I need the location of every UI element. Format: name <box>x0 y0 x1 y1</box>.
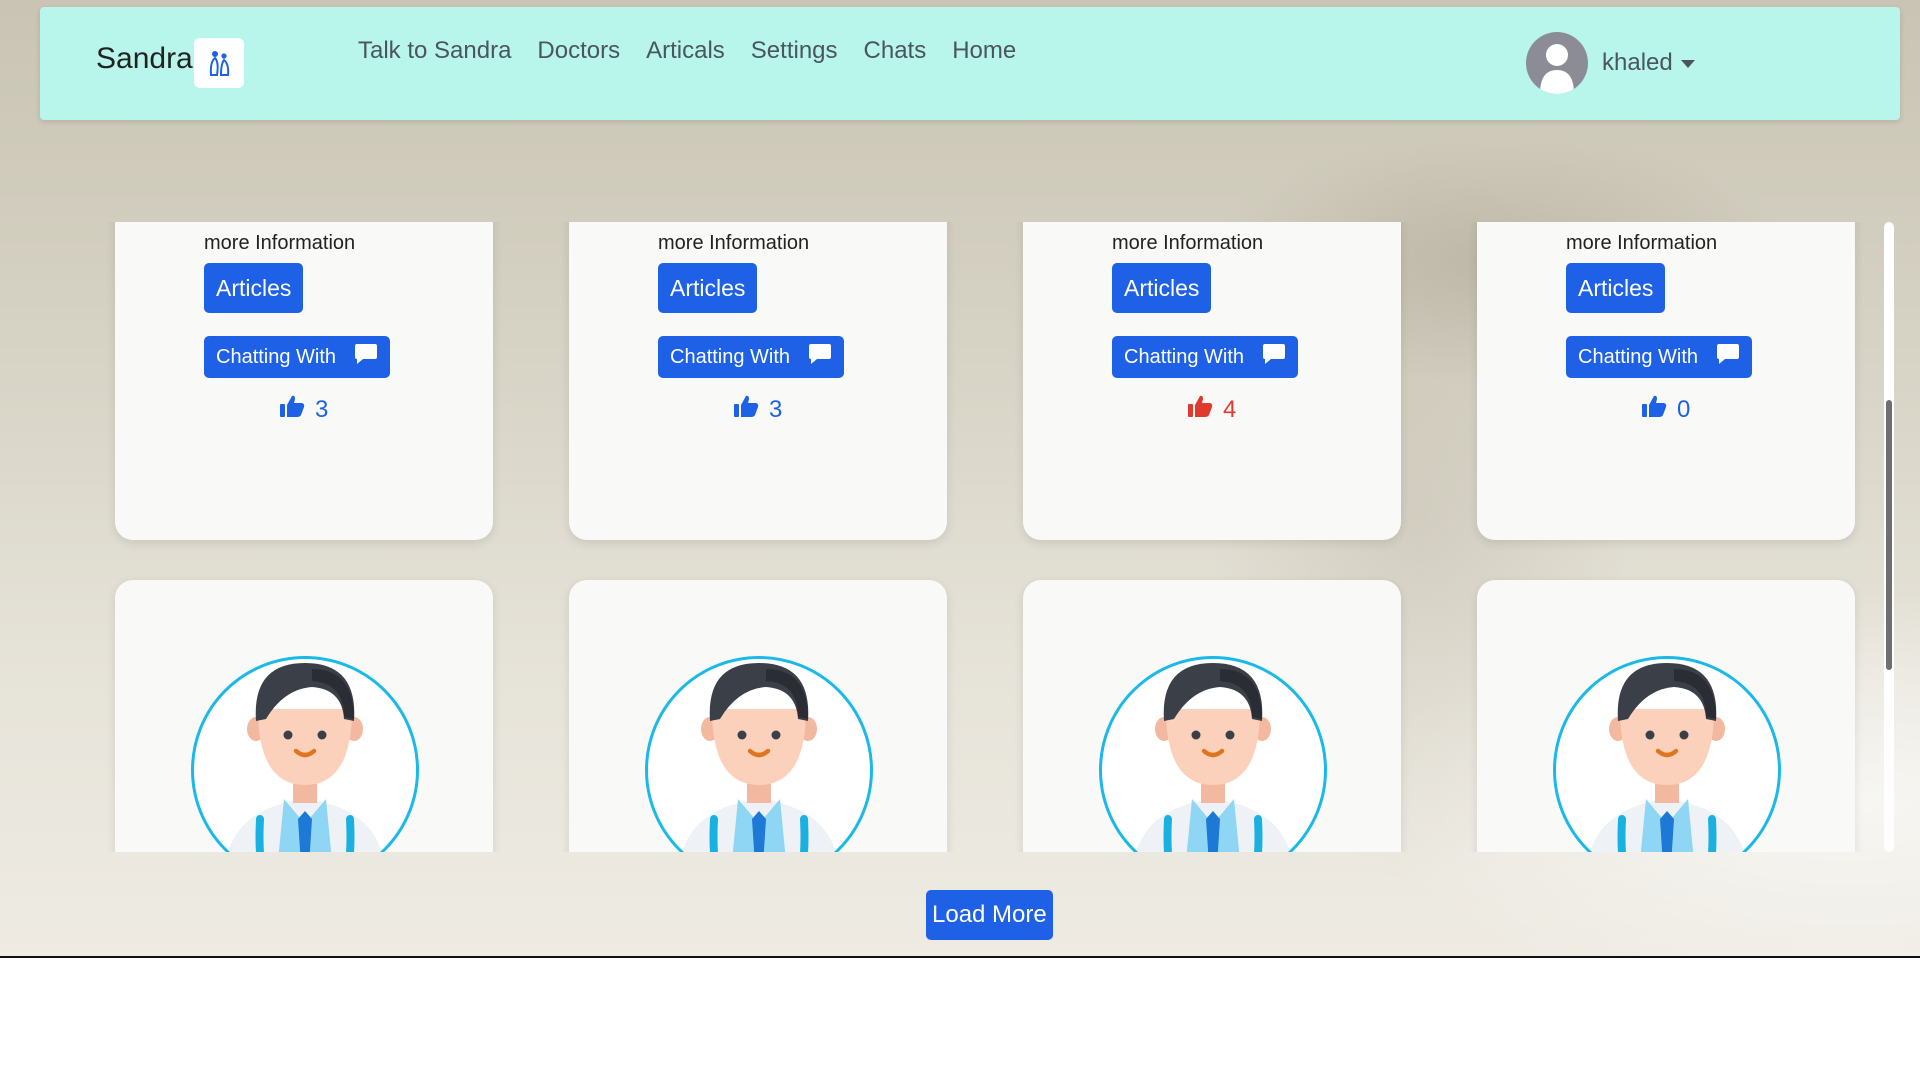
brand-name[interactable]: Sandra <box>96 42 193 76</box>
chat-bubble-icon <box>1716 343 1740 371</box>
like-counter[interactable]: 4 <box>1187 394 1236 425</box>
like-counter[interactable]: 3 <box>733 394 782 425</box>
thumbs-up-icon[interactable] <box>1187 394 1213 425</box>
nav-home[interactable]: Home <box>952 37 1016 65</box>
articles-button[interactable]: Articles <box>1112 263 1212 313</box>
doctor-avatar <box>1099 656 1327 852</box>
content-bottom-border <box>0 956 1920 958</box>
user-menu[interactable]: khaled <box>1526 32 1695 94</box>
nav-doctors[interactable]: Doctors <box>537 37 620 65</box>
more-information-text: more Information <box>1112 232 1264 254</box>
user-name[interactable]: khaled <box>1602 49 1673 77</box>
doctor-avatar <box>191 656 419 852</box>
chatting-with-button[interactable]: Chatting With <box>1112 336 1299 378</box>
navbar: Sandra Talk to Sandra Doctors Articals S… <box>40 7 1900 120</box>
doctor-avatar <box>645 656 873 852</box>
articles-button[interactable]: Articles <box>204 263 304 313</box>
more-information-text: more Information <box>204 232 356 254</box>
doctor-card <box>115 580 493 852</box>
user-avatar-icon[interactable] <box>1526 32 1588 94</box>
chat-button-label: Chatting With <box>1124 345 1245 368</box>
nav-articals[interactable]: Articals <box>646 37 725 65</box>
doctor-card <box>569 580 947 852</box>
doctor-card: more Information Articles Chatting With … <box>569 222 947 540</box>
thumbs-up-icon[interactable] <box>1641 394 1667 425</box>
doctor-card <box>1023 580 1401 852</box>
doctors-grid: more Information Articles Chatting With … <box>0 222 1900 852</box>
chat-bubble-icon <box>354 343 378 371</box>
brand-logo-icon[interactable] <box>194 38 244 88</box>
like-count: 3 <box>769 395 783 423</box>
nav-links: Talk to Sandra Doctors Articals Settings… <box>358 37 1016 65</box>
doctor-card <box>1477 580 1855 852</box>
thumbs-up-icon[interactable] <box>733 394 759 425</box>
like-count: 4 <box>1223 395 1237 423</box>
chat-bubble-icon <box>1262 343 1286 371</box>
chevron-down-icon[interactable] <box>1680 60 1695 68</box>
nav-chats[interactable]: Chats <box>864 37 927 65</box>
thumbs-up-icon[interactable] <box>279 394 305 425</box>
chat-bubble-icon <box>808 343 832 371</box>
chat-button-label: Chatting With <box>670 345 791 368</box>
nav-settings[interactable]: Settings <box>751 37 838 65</box>
articles-button[interactable]: Articles <box>658 263 758 313</box>
like-count: 3 <box>315 395 329 423</box>
grid-scrollbar[interactable] <box>1884 222 1894 852</box>
like-counter[interactable]: 0 <box>1641 394 1690 425</box>
doctor-card: more Information Articles Chatting With … <box>1477 222 1855 540</box>
articles-button[interactable]: Articles <box>1566 263 1666 313</box>
chat-button-label: Chatting With <box>216 345 337 368</box>
chatting-with-button[interactable]: Chatting With <box>1566 336 1753 378</box>
doctor-card: more Information Articles Chatting With … <box>1023 222 1401 540</box>
nav-talk-to-sandra[interactable]: Talk to Sandra <box>358 37 511 65</box>
doctor-avatar <box>1553 656 1781 852</box>
like-count: 0 <box>1677 395 1691 423</box>
more-information-text: more Information <box>1566 232 1718 254</box>
load-more-button[interactable]: Load More <box>926 890 1053 940</box>
chatting-with-button[interactable]: Chatting With <box>204 336 391 378</box>
doctor-card: more Information Articles Chatting With … <box>115 222 493 540</box>
chatting-with-button[interactable]: Chatting With <box>658 336 845 378</box>
chat-button-label: Chatting With <box>1578 345 1699 368</box>
more-information-text: more Information <box>658 232 810 254</box>
like-counter[interactable]: 3 <box>279 394 328 425</box>
scrollbar-thumb[interactable] <box>1886 400 1892 670</box>
